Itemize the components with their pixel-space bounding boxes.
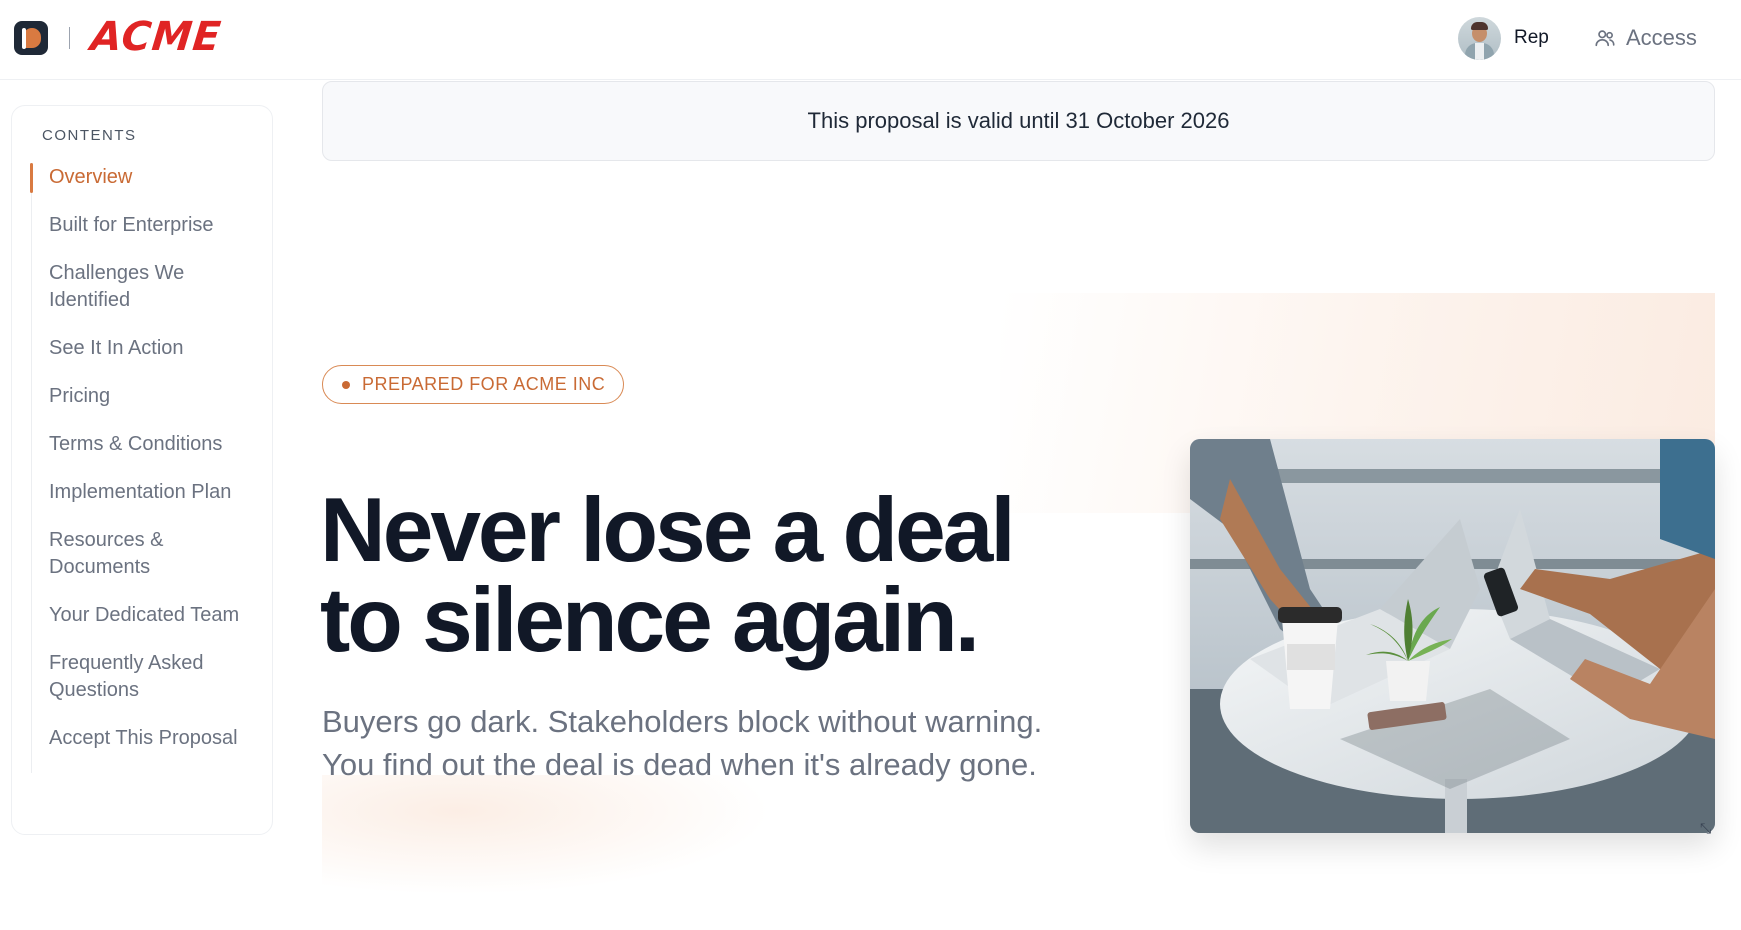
contents-nav: Overview Built for Enterprise Challenges… [30, 163, 261, 773]
rep-profile[interactable]: Rep [1458, 16, 1549, 60]
nav-item-resources[interactable]: Resources & Documents [32, 527, 261, 581]
nav-item-accept-proposal[interactable]: Accept This Proposal [32, 725, 261, 752]
nav-item-built-for-enterprise[interactable]: Built for Enterprise [32, 212, 261, 239]
subtext-line-1: Buyers go dark. Stakeholders block witho… [322, 704, 1043, 739]
headline-line-1: Never lose a deal [320, 480, 1016, 581]
contents-title: CONTENTS [42, 127, 137, 144]
badge-label: PREPARED FOR ACME INC [362, 374, 606, 394]
brand-logo[interactable]: ACME [89, 14, 224, 60]
avatar[interactable] [1458, 16, 1501, 60]
validity-text: This proposal is valid until 31 October … [807, 108, 1230, 133]
prepared-for-badge: PREPARED FOR ACME INC [322, 365, 625, 404]
contents-sidebar: CONTENTS Overview Built for Enterprise C… [11, 105, 273, 835]
nav-item-see-it-in-action[interactable]: See It In Action [32, 335, 261, 362]
headline-line-2: to silence again. [320, 570, 980, 671]
hero-background-glow-bottom [322, 775, 772, 895]
nav-item-dedicated-team[interactable]: Your Dedicated Team [32, 602, 261, 629]
hero-photo [1190, 439, 1715, 833]
users-icon [1595, 30, 1615, 47]
access-label: Access [1626, 25, 1697, 50]
nav-item-faq[interactable]: Frequently Asked Questions [32, 650, 261, 704]
subtext-line-2: You find out the deal is dead when it's … [322, 747, 1037, 782]
nav-item-pricing[interactable]: Pricing [32, 383, 261, 410]
badge-dot-icon [342, 380, 350, 389]
rep-name[interactable]: Rep [1514, 27, 1549, 49]
nav-item-challenges[interactable]: Challenges We Identified [32, 260, 261, 314]
access-button[interactable]: Access [1594, 22, 1697, 54]
nav-item-overview[interactable]: Overview [30, 163, 261, 193]
app-logo-icon[interactable] [14, 21, 48, 55]
hero-headline: Never lose a deal to silence again. [320, 485, 1080, 666]
resize-handle-icon[interactable]: ⤡ [1700, 820, 1714, 836]
validity-banner: This proposal is valid until 31 October … [322, 81, 1715, 161]
nav-item-implementation-plan[interactable]: Implementation Plan [32, 479, 261, 506]
top-bar: ACME Rep Access [0, 0, 1741, 80]
logo-divider [69, 27, 70, 49]
nav-item-terms[interactable]: Terms & Conditions [32, 431, 261, 458]
hero-subtext: Buyers go dark. Stakeholders block witho… [322, 700, 1102, 786]
